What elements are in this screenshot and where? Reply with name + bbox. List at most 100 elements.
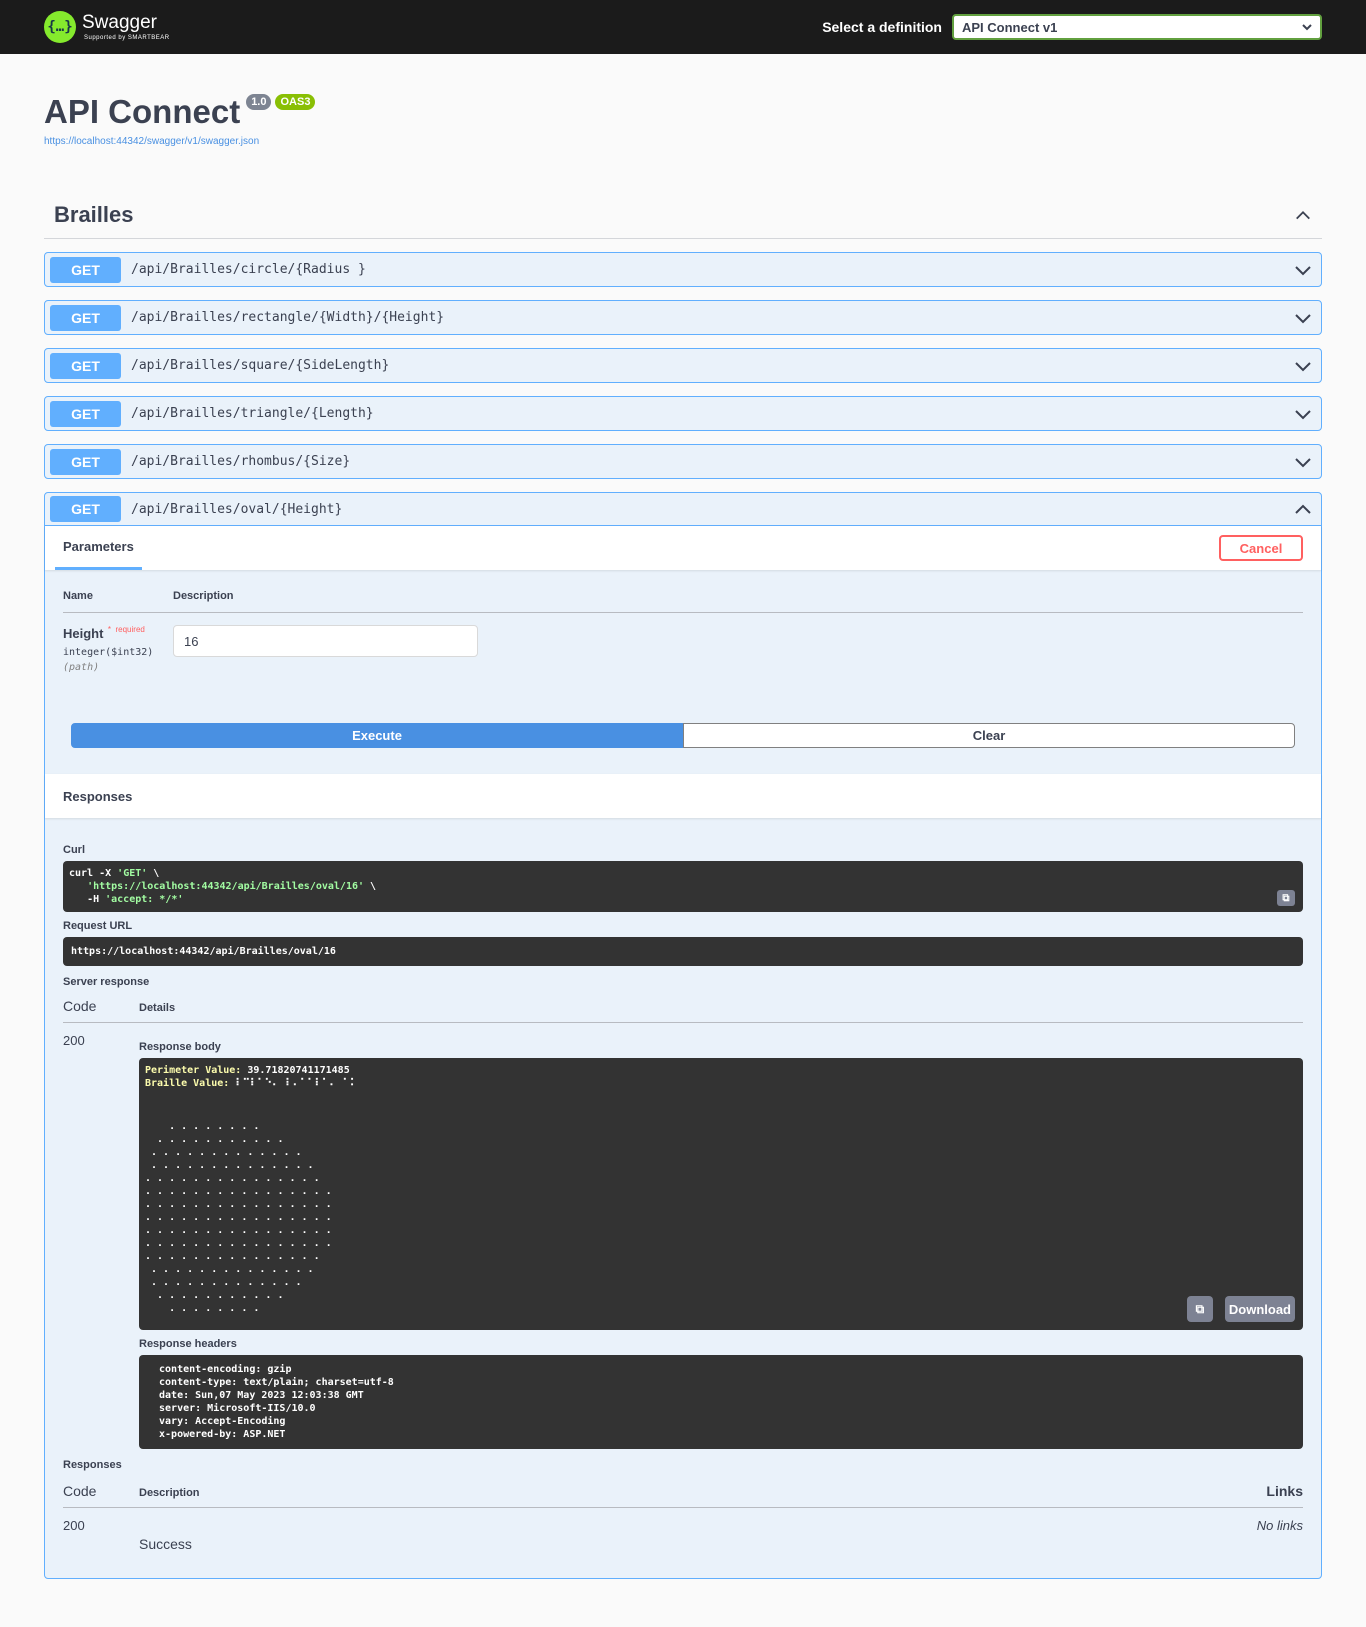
method-badge: GET — [50, 256, 121, 283]
responses-title: Responses — [63, 788, 133, 804]
curl-text: \ — [147, 868, 160, 880]
height-input[interactable]: 16 — [173, 625, 478, 658]
parameters-header: Parameters Cancel — [45, 526, 1321, 571]
logo-title: Swagger — [82, 12, 157, 33]
chevron-down-icon — [1295, 458, 1311, 468]
curl-method: 'GET' — [117, 868, 148, 880]
chevron-down-icon — [1295, 266, 1311, 276]
param-type: integer($int32) — [63, 647, 154, 659]
method-badge: GET — [50, 496, 121, 523]
method-badge: GET — [50, 448, 121, 475]
definition-selector: Select a definition API Connect v1 — [822, 14, 1322, 40]
oval-art: . . . . . . . . . . . . . . . . . . . . … — [145, 1121, 332, 1315]
version-badge: 1.0 — [246, 94, 272, 110]
execute-row: Execute Clear — [45, 723, 1321, 774]
response-headers-label: Response headers — [139, 1338, 237, 1351]
response-row-200: 200 Success No links — [63, 1508, 1303, 1578]
tag-name: Brailles — [54, 201, 134, 227]
operation-get-circle: GET /api/Brailles/circle/{Radius } — [44, 252, 1322, 288]
operation-get-square: GET /api/Brailles/square/{SideLength} — [44, 348, 1322, 384]
request-url[interactable]: https://localhost:44342/api/Brailles/ova… — [63, 937, 1303, 967]
tag-header[interactable]: Brailles — [44, 199, 1322, 240]
topbar: {…} Swagger Supported by SMARTBEAR Selec… — [0, 0, 1366, 54]
operation-get-rhombus: GET /api/Brailles/rhombus/{Size} — [44, 444, 1322, 480]
swagger-icon: {…} — [44, 11, 76, 43]
responses-header: Responses — [45, 774, 1321, 819]
oas-badge: OAS3 — [275, 94, 316, 110]
braille-value: ⠇⠉⠇⠁⠑⠄ ⠇⠄⠁⠁⠇⠁⠄ ⠁⠅ — [235, 1078, 358, 1090]
chevron-up-icon — [1295, 504, 1311, 515]
resp-code-header: Code — [63, 1483, 97, 1500]
chevron-down-icon — [1295, 410, 1311, 420]
download-button[interactable]: Download — [1224, 1296, 1295, 1323]
response-headers[interactable]: content-encoding: gzip content-type: tex… — [139, 1355, 1303, 1450]
chevron-down-icon — [1295, 314, 1311, 324]
execute-button[interactable]: Execute — [71, 723, 683, 749]
col-name: Name — [63, 590, 93, 603]
method-badge: GET — [50, 304, 121, 331]
tab-parameters[interactable]: Parameters — [55, 526, 142, 571]
param-row-height: Height * required integer($int32) (path)… — [63, 613, 1303, 723]
curl-block[interactable]: curl -X 'GET' \ 'https://localhost:44342… — [63, 861, 1303, 913]
curl-text: \ — [364, 881, 377, 893]
cancel-button[interactable]: Cancel — [1219, 535, 1303, 562]
operation-summary[interactable]: GET /api/Brailles/oval/{Height} — [45, 493, 1321, 527]
required-star: * — [107, 625, 112, 635]
curl-text: curl -X — [69, 868, 118, 880]
operation-summary[interactable]: GET /api/Brailles/circle/{Radius } — [45, 253, 1321, 286]
braille-key: Braille Value: — [145, 1078, 230, 1090]
chevron-down-icon — [1295, 362, 1311, 372]
responses-body: Curl curl -X 'GET' \ 'https://localhost:… — [45, 818, 1321, 1578]
resp-description-header: Description — [139, 1487, 200, 1500]
server-response-label: Server response — [63, 976, 150, 989]
curl-text: -H — [87, 894, 106, 906]
operation-summary[interactable]: GET /api/Brailles/rectangle/{Width}/{Hei… — [45, 301, 1321, 334]
param-location: (path) — [63, 662, 100, 674]
copy-icon[interactable]: ⧉ — [1277, 890, 1295, 907]
curl-url: 'https://localhost:44342/api/Brailles/ov… — [87, 881, 365, 893]
details-column-header: Details — [139, 1002, 176, 1015]
method-badge: GET — [50, 400, 121, 427]
api-info: API Connect 1.0 OAS3 https://localhost:4… — [0, 54, 1366, 147]
resp-description: Success — [139, 1536, 192, 1553]
definition-label: Select a definition — [822, 19, 942, 35]
resp-links-header: Links — [1266, 1483, 1303, 1500]
page-title: API Connect — [44, 93, 241, 130]
chevron-down-icon — [1302, 23, 1312, 30]
chevron-up-icon — [1296, 210, 1310, 220]
curl-header: 'accept: */*' — [105, 894, 184, 906]
operation-path: /api/Brailles/rectangle/{Width}/{Height} — [131, 310, 445, 326]
method-badge: GET — [50, 352, 121, 379]
spec-url-link[interactable]: https://localhost:44342/swagger/v1/swagg… — [44, 136, 1322, 147]
code-column-header: Code — [63, 998, 97, 1015]
tag-section-brailles: Brailles GET /api/Brailles/circle/{Radiu… — [44, 199, 1322, 1580]
operation-path: /api/Brailles/circle/{Radius } — [131, 262, 366, 278]
operation-path: /api/Brailles/oval/{Height} — [131, 501, 343, 517]
resp-code: 200 — [63, 1518, 85, 1534]
operation-get-oval: GET /api/Brailles/oval/{Height} Paramete… — [44, 492, 1322, 1580]
definition-select[interactable]: API Connect v1 — [952, 14, 1322, 40]
operation-summary[interactable]: GET /api/Brailles/square/{SideLength} — [45, 349, 1321, 382]
logo-subtitle: Supported by SMARTBEAR — [84, 35, 170, 41]
perimeter-value: 39.71820741171485 — [247, 1065, 350, 1077]
param-name: Height — [63, 626, 104, 642]
operation-summary[interactable]: GET /api/Brailles/triangle/{Length} — [45, 397, 1321, 430]
operation-summary[interactable]: GET /api/Brailles/rhombus/{Size} — [45, 445, 1321, 478]
response-code: 200 — [63, 1033, 85, 1049]
operation-path: /api/Brailles/triangle/{Length} — [131, 406, 374, 422]
clear-button[interactable]: Clear — [683, 723, 1295, 749]
server-response-row: 200 Response body Perimeter Value: 39.71… — [63, 1023, 1303, 1450]
response-body-label: Response body — [139, 1041, 221, 1054]
copy-icon[interactable]: ⧉ — [1186, 1296, 1213, 1323]
responses-label: Responses — [63, 1459, 122, 1472]
operation-get-rectangle: GET /api/Brailles/rectangle/{Width}/{Hei… — [44, 300, 1322, 336]
swagger-logo[interactable]: {…} Swagger Supported by SMARTBEAR — [44, 11, 170, 43]
response-body[interactable]: Perimeter Value: 39.71820741171485 Brail… — [139, 1058, 1303, 1331]
col-description: Description — [173, 590, 234, 603]
definition-value: API Connect v1 — [962, 19, 1058, 35]
curl-label: Curl — [63, 844, 85, 857]
parameters-table: Name Description Height * required integ… — [45, 570, 1321, 723]
request-url-label: Request URL — [63, 920, 133, 933]
operation-get-triangle: GET /api/Brailles/triangle/{Length} — [44, 396, 1322, 432]
operation-path: /api/Brailles/square/{SideLength} — [131, 358, 390, 374]
